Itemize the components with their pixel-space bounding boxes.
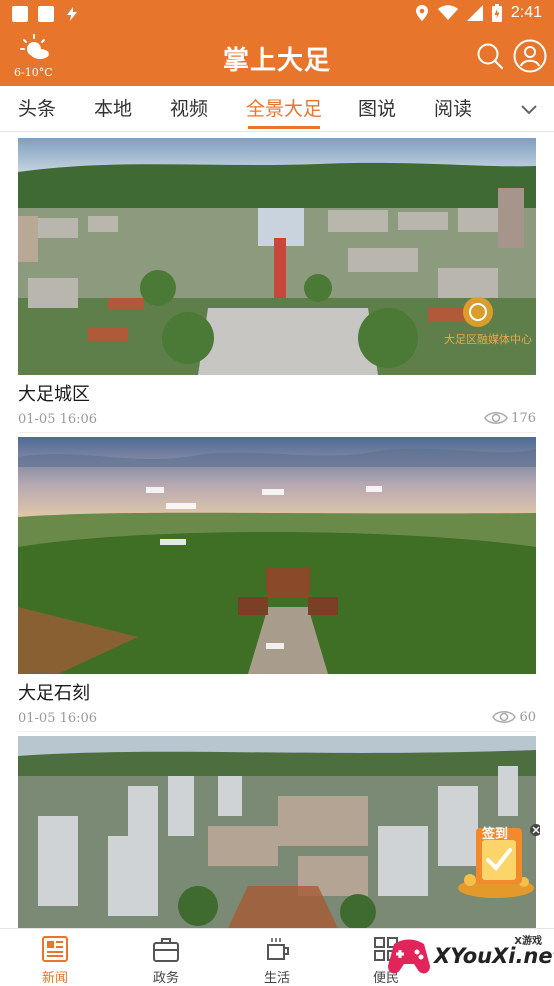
- eye-icon: [484, 412, 509, 424]
- chevron-down-icon[interactable]: [520, 100, 538, 118]
- app-header: 6-10°C 掌上大足: [0, 28, 554, 86]
- feed-card[interactable]: 大足石刻 01-05 16:06 60: [18, 437, 536, 733]
- view-count-value: 176: [511, 410, 536, 426]
- app-logo: 掌上大足: [222, 46, 331, 76]
- tab-local[interactable]: 本地: [94, 86, 132, 132]
- battery-icon: [491, 4, 502, 22]
- notification-square-icon: [38, 6, 54, 22]
- wifi-icon: [437, 5, 458, 20]
- watermark-brand: XYouXi.net: [434, 944, 554, 968]
- view-count: 176: [484, 410, 536, 426]
- tab-headlines[interactable]: 头条: [18, 86, 56, 132]
- card-time: 01-05 16:06: [18, 412, 98, 427]
- notification-square-icon: [12, 6, 28, 22]
- nav-government[interactable]: 政务: [126, 929, 206, 986]
- panorama-thumbnail-city[interactable]: 大足区融媒体中心: [18, 138, 536, 375]
- card-title[interactable]: 大足城区: [18, 380, 90, 406]
- card-divider: [18, 731, 536, 732]
- nav-news[interactable]: 新闻: [15, 929, 95, 986]
- view-count: 60: [492, 709, 536, 725]
- tab-video[interactable]: 视频: [170, 86, 208, 132]
- category-tabs: 头条 本地 视频 全景大足 图说 阅读: [0, 86, 554, 132]
- site-watermark: X游戏 XYouXi.net: [384, 930, 554, 986]
- user-profile-icon[interactable]: [513, 39, 547, 73]
- eye-icon: [492, 711, 517, 723]
- lightning-icon: [67, 7, 77, 21]
- card-title[interactable]: 大足石刻: [18, 679, 90, 705]
- search-icon[interactable]: [476, 42, 504, 70]
- sign-in-label: 签到: [481, 826, 508, 842]
- notification-icons: [12, 6, 80, 22]
- nav-life[interactable]: 生活: [237, 929, 317, 986]
- signal-icon: [466, 5, 483, 21]
- status-bar: 2:41: [0, 0, 554, 28]
- tab-reading[interactable]: 阅读: [434, 86, 472, 132]
- newspaper-icon: [42, 936, 68, 962]
- sign-in-badge[interactable]: 签到: [456, 822, 540, 900]
- view-count-value: 60: [519, 709, 536, 725]
- image-watermark-text: 大足区融媒体中心: [444, 332, 532, 346]
- location-icon: [415, 5, 428, 21]
- nav-label: 生活: [263, 971, 290, 986]
- tab-pictures[interactable]: 图说: [358, 86, 396, 132]
- clock: 2:41: [510, 4, 542, 21]
- active-tab-indicator: [248, 126, 320, 129]
- card-divider: [18, 432, 536, 433]
- cup-icon: [267, 938, 289, 960]
- gamepad-logo-icon: [388, 939, 430, 974]
- card-time: 01-05 16:06: [18, 711, 98, 726]
- feed-card[interactable]: 大足区融媒体中心 大足城区 01-05 16:06 176: [18, 138, 536, 434]
- nav-label: 政务: [152, 971, 179, 986]
- briefcase-icon: [153, 938, 179, 962]
- nav-label: 新闻: [41, 971, 68, 986]
- panorama-thumbnail-stone-carvings[interactable]: [18, 437, 536, 674]
- system-icons: 2:41: [415, 4, 542, 22]
